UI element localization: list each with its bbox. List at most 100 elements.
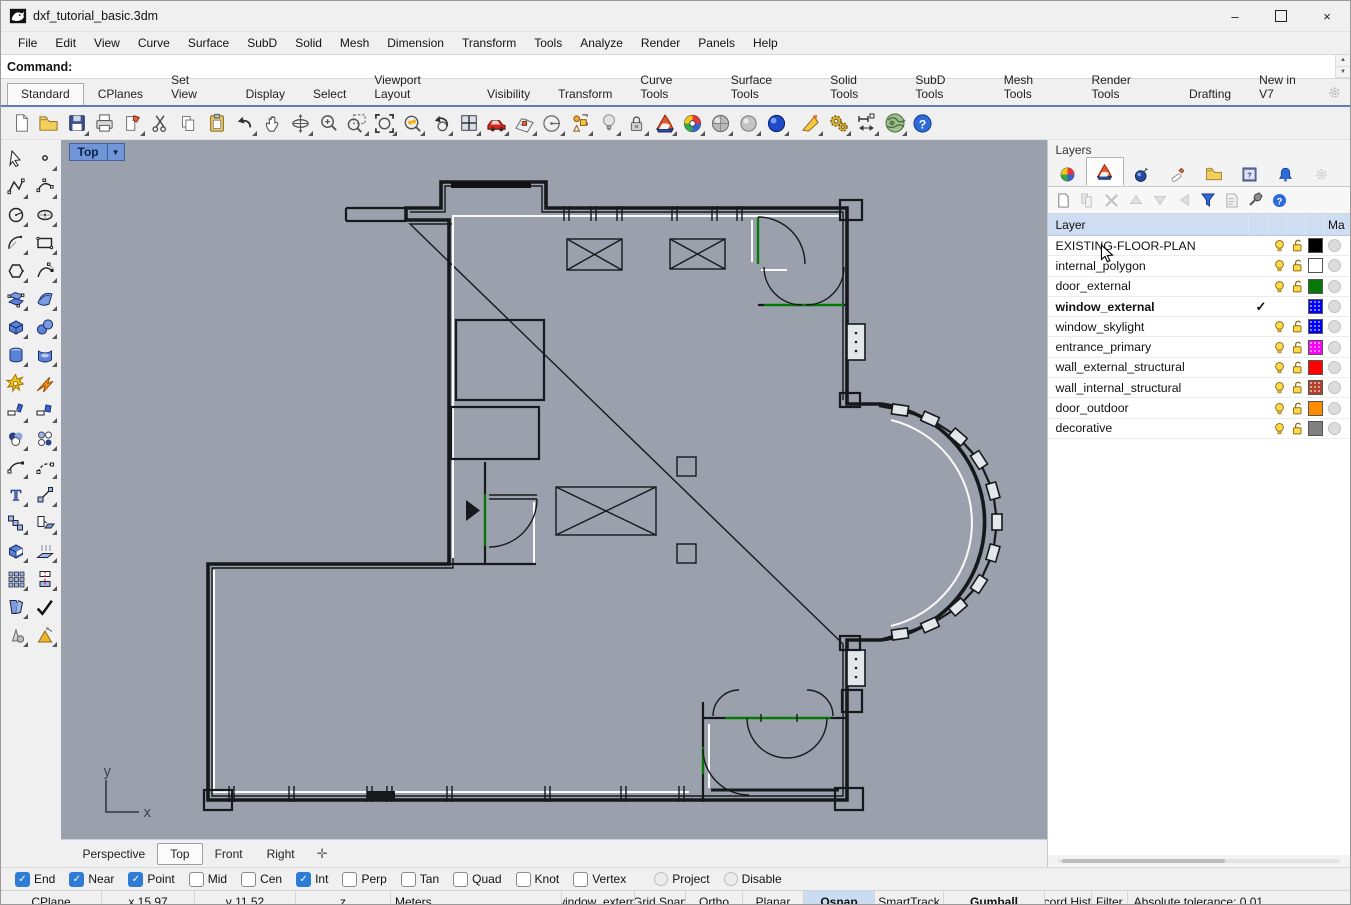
layer-visibility-bulb-icon[interactable] [1270,259,1288,272]
layer-lock-icon[interactable] [1288,381,1306,394]
osnap-radio-toggle[interactable]: Disable [723,872,782,886]
layer-color-swatch[interactable] [1307,238,1323,254]
layer-color-swatch[interactable] [1307,420,1323,436]
layer-name[interactable]: decorative [1048,421,1253,435]
layer-row[interactable]: door_outdoor ✓ [1047,398,1350,419]
help-panel-tab[interactable]: ? [1232,162,1268,186]
layer-material-cell[interactable] [1324,421,1350,435]
zoom-window-button[interactable] [343,110,370,137]
layer-lock-icon[interactable] [1288,422,1306,435]
layer-row[interactable]: entrance_primary ✓ [1047,337,1350,358]
control-point-curve-tool[interactable] [32,174,58,200]
osnap-checkbox[interactable] [453,871,469,887]
notifications-panel-tab[interactable] [1268,162,1304,186]
layer-visibility-bulb-icon[interactable] [1270,361,1288,374]
layer-color-swatch[interactable] [1307,299,1323,315]
viewport-title[interactable]: Top [68,143,108,161]
osnap-checkbox[interactable] [342,871,358,887]
status-cell[interactable]: CPlane [1,891,102,904]
chamfer-tool[interactable] [32,398,58,424]
viewport-layout-button[interactable] [455,110,482,137]
options-gears-button[interactable] [825,110,852,137]
rebuild-curve-tool[interactable] [32,454,58,480]
status-cell[interactable]: Record History [1045,891,1092,904]
point-tool[interactable] [32,146,58,172]
cplane-button[interactable] [539,110,566,137]
osnap-checkbox[interactable]: ✓ [128,871,144,887]
layer-visibility-bulb-icon[interactable] [1270,239,1288,252]
copy-button[interactable] [175,110,202,137]
rectangular-array-tool[interactable] [3,566,29,592]
render-panel-tab[interactable] [1124,162,1160,186]
status-cell[interactable]: Osnap [804,891,875,904]
layer-material-cell[interactable] [1324,340,1350,354]
polygon-tool[interactable] [3,258,29,284]
layer-visibility-bulb-icon[interactable] [1270,320,1288,333]
layer-name[interactable]: window_external [1048,300,1253,314]
layer-material-cell[interactable] [1324,360,1350,374]
toolbar-tab[interactable]: Set View [157,69,232,105]
status-cell[interactable]: y 11.52 [195,891,296,904]
osnap-toggle[interactable]: ✓ Int [296,871,328,887]
layer-name[interactable]: wall_internal_structural [1048,381,1253,395]
menu-item[interactable]: File [9,34,46,52]
select-arrow-tool[interactable] [3,146,29,172]
layer-visibility-bulb-icon[interactable] [1270,402,1288,415]
layer-lock-icon[interactable] [1288,361,1306,374]
close-button[interactable]: × [1304,1,1350,31]
layer-material-cell[interactable] [1324,401,1350,415]
layer-material-cell[interactable] [1324,320,1350,334]
layer-row[interactable]: window_external ✓ [1047,296,1350,318]
viewport-tab[interactable]: Top [157,842,203,865]
toolbar-tab[interactable]: Solid Tools [816,69,901,105]
layer-name[interactable]: window_skylight [1048,320,1253,334]
status-cell[interactable]: x 15.97 [102,891,195,904]
osnap-toggle[interactable]: Vertex [573,871,626,887]
undo-button[interactable] [231,110,258,137]
paste-button[interactable] [203,110,230,137]
layer-name[interactable]: door_outdoor [1048,401,1253,415]
toolbar-tab[interactable]: Select [299,83,360,105]
layer-row[interactable]: door_external ✓ [1047,276,1350,297]
layers-panel-tab[interactable] [1085,157,1124,186]
menu-item[interactable]: Dimension [378,34,453,52]
layer-lock-icon[interactable] [1288,259,1306,272]
filter-layers-button[interactable] [1198,190,1218,210]
explode-tool[interactable] [3,370,29,396]
layer-lock-icon[interactable] [1288,280,1306,293]
layers-help-button[interactable]: ? [1270,190,1290,210]
layer-color-swatch[interactable] [1307,359,1323,375]
layer-tools-button[interactable] [1246,190,1266,210]
command-history-spinner[interactable]: ▲ ▼ [1335,55,1350,78]
earth-anchor-button[interactable] [881,110,908,137]
toolbar-tab[interactable]: Render Tools [1077,69,1175,105]
new-layer-button[interactable] [1054,190,1074,210]
boolean-union-tool[interactable] [3,538,29,564]
toolbar-tab[interactable]: Standard [7,83,84,105]
surface-blend-tool[interactable] [32,342,58,368]
lamp-button[interactable] [595,110,622,137]
osnap-toggle[interactable]: Mid [188,871,227,887]
toolbar-tab[interactable]: CPlanes [84,83,157,105]
new-viewport-tab-icon[interactable]: ✛ [307,846,338,862]
toolbar-tab[interactable]: Mesh Tools [990,69,1078,105]
osnap-toggle[interactable]: Tan [400,871,439,887]
osnap-toggle[interactable]: Perp [342,871,387,887]
osnap-toggle[interactable]: ✓ Point [128,871,175,887]
delete-layer-button[interactable] [1102,190,1122,210]
panel-options-gear-tab[interactable] [1304,162,1340,186]
menu-item[interactable]: Render [632,34,689,52]
export-annotate-button[interactable] [119,110,146,137]
status-cell[interactable]: Meters [391,891,562,904]
linear-array-tool[interactable] [32,566,58,592]
toolbar-settings-gear-icon[interactable] [1327,85,1342,100]
layer-row[interactable]: decorative ✓ [1047,418,1350,439]
menu-item[interactable]: Analyze [571,34,632,52]
layer-material-cell[interactable] [1324,279,1350,293]
osnap-checkbox[interactable] [573,871,589,887]
menu-item[interactable]: Help [744,34,787,52]
status-cell[interactable]: z [296,891,391,904]
toolbar-tab[interactable]: SubD Tools [901,69,989,105]
fillet-tool[interactable] [3,398,29,424]
maximize-button[interactable] [1258,1,1304,31]
